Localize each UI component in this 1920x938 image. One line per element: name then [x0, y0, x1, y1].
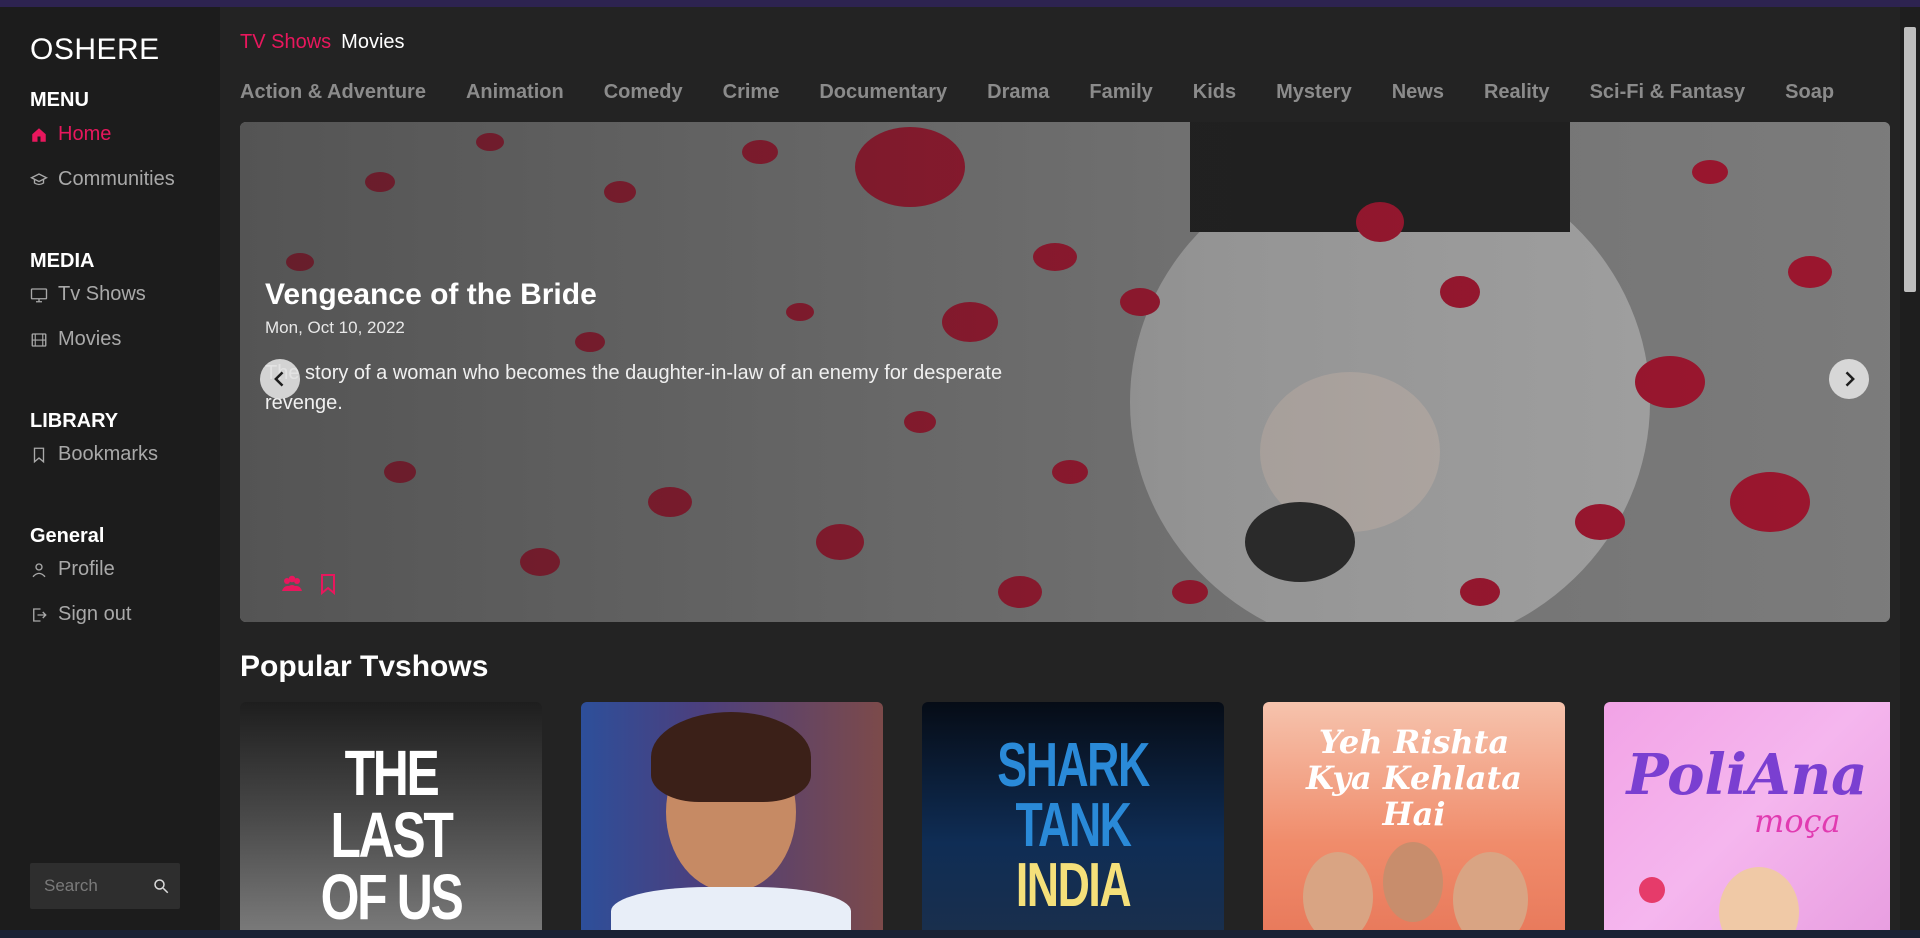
show-card[interactable]: SHARK TANK INDIA: [922, 702, 1224, 937]
poster-image: [1719, 867, 1799, 937]
sidebar-item-sign-out[interactable]: Sign out: [30, 603, 131, 626]
genre-bar: Action & Adventure Animation Comedy Crim…: [240, 81, 1834, 104]
carousel-prev-button[interactable]: [260, 359, 300, 399]
sidebar-item-movies[interactable]: Movies: [30, 328, 121, 351]
home-icon: [32, 127, 46, 142]
menu-section-title: MENU: [30, 89, 89, 111]
film-icon: [31, 332, 47, 347]
poster-image: [1453, 852, 1528, 937]
sidebar-item-bookmarks[interactable]: Bookmarks: [30, 443, 158, 466]
genre-drama[interactable]: Drama: [987, 81, 1049, 104]
sidebar: OSHERE MENU Home Communities MEDIA Tv Sh…: [0, 7, 220, 938]
page-scrollbar[interactable]: [1900, 7, 1920, 938]
genre-action-adventure[interactable]: Action & Adventure: [240, 81, 426, 104]
sidebar-item-home[interactable]: Home: [30, 123, 111, 146]
sidebar-item-label: Communities: [58, 168, 175, 190]
poster-title: Yeh Rishta Kya Kehlata Hai: [1306, 723, 1522, 833]
sidebar-item-label: Bookmarks: [58, 443, 159, 465]
genre-sci-fi-fantasy[interactable]: Sci-Fi & Fantasy: [1590, 81, 1746, 104]
poster-image-hair: [651, 712, 811, 802]
graduation-cap-icon: [30, 172, 48, 185]
show-card[interactable]: Yeh Rishta Kya Kehlata Hai: [1263, 702, 1565, 937]
carousel-next-button[interactable]: [1829, 359, 1869, 399]
sidebar-item-communities[interactable]: Communities: [30, 168, 175, 191]
popular-tvshows-list: THE LAST OF US SHARK TANK INDIA Yeh Rish…: [240, 702, 1890, 937]
media-type-tabs: TV Shows Movies: [240, 31, 405, 54]
search-input[interactable]: [44, 876, 144, 896]
hero-date: Mon, Oct 10, 2022: [265, 318, 405, 337]
sidebar-item-label: Movies: [58, 328, 122, 350]
user-icon: [32, 562, 46, 577]
genre-soap[interactable]: Soap: [1785, 81, 1834, 104]
poster-title-main: SHARK TANK: [997, 731, 1150, 860]
sidebar-item-label: Profile: [58, 558, 115, 580]
genre-family[interactable]: Family: [1089, 81, 1152, 104]
scrollbar-thumb[interactable]: [1904, 27, 1916, 292]
hero-description: The story of a woman who becomes the dau…: [265, 362, 1003, 414]
community-icon[interactable]: [280, 572, 304, 596]
sidebar-item-tv-shows[interactable]: Tv Shows: [30, 283, 146, 306]
genre-animation[interactable]: Animation: [466, 81, 564, 104]
show-card[interactable]: PoliAna moça: [1604, 702, 1890, 937]
genre-reality[interactable]: Reality: [1484, 81, 1550, 104]
bookmark-icon: [33, 447, 45, 463]
sidebar-item-label: Tv Shows: [58, 283, 146, 305]
genre-kids[interactable]: Kids: [1193, 81, 1236, 104]
window-top-bar: [0, 0, 1920, 7]
bookmark-icon[interactable]: [316, 572, 340, 596]
main-content: TV Shows Movies Action & Adventure Anima…: [220, 7, 1900, 938]
chevron-left-icon: [274, 371, 284, 387]
poster-title: PoliAna: [1626, 742, 1868, 808]
tab-movies[interactable]: Movies: [341, 31, 404, 54]
sign-out-icon: [33, 607, 47, 622]
genre-comedy[interactable]: Comedy: [604, 81, 683, 104]
search-box: [30, 863, 180, 909]
show-card[interactable]: THE LAST OF US: [240, 702, 542, 937]
hero-banner[interactable]: Vengeance of the Bride Mon, Oct 10, 2022…: [240, 122, 1890, 622]
app-logo[interactable]: OSHERE: [30, 33, 160, 67]
sidebar-item-label: Sign out: [58, 603, 132, 625]
tab-tv-shows[interactable]: TV Shows: [240, 31, 331, 54]
poster-title: SHARK TANK INDIA: [964, 735, 1181, 917]
genre-news[interactable]: News: [1392, 81, 1444, 104]
poster-title: THE LAST OF US: [320, 737, 464, 933]
general-section-title: General: [30, 525, 105, 547]
library-section-title: LIBRARY: [30, 410, 119, 432]
genre-mystery[interactable]: Mystery: [1276, 81, 1352, 104]
show-card[interactable]: [581, 702, 883, 937]
popular-tvshows-title: Popular Tvshows: [240, 650, 489, 683]
genre-documentary[interactable]: Documentary: [819, 81, 947, 104]
hero-actions: [280, 572, 340, 596]
taskbar-strip: [0, 930, 1920, 938]
sidebar-item-label: Home: [58, 123, 112, 145]
monitor-icon: [30, 287, 48, 302]
poster-image: [1383, 842, 1443, 922]
poster-title-sub: INDIA: [1015, 851, 1132, 920]
media-section-title: MEDIA: [30, 250, 95, 272]
hero-title[interactable]: Vengeance of the Bride: [265, 278, 597, 312]
poster-image: [1303, 852, 1373, 937]
genre-crime[interactable]: Crime: [723, 81, 780, 104]
poster-subtitle: moça: [1754, 802, 1841, 840]
heart-decoration: [1639, 877, 1665, 903]
search-icon[interactable]: [152, 877, 170, 895]
sidebar-item-profile[interactable]: Profile: [30, 558, 115, 581]
chevron-right-icon: [1845, 371, 1855, 387]
